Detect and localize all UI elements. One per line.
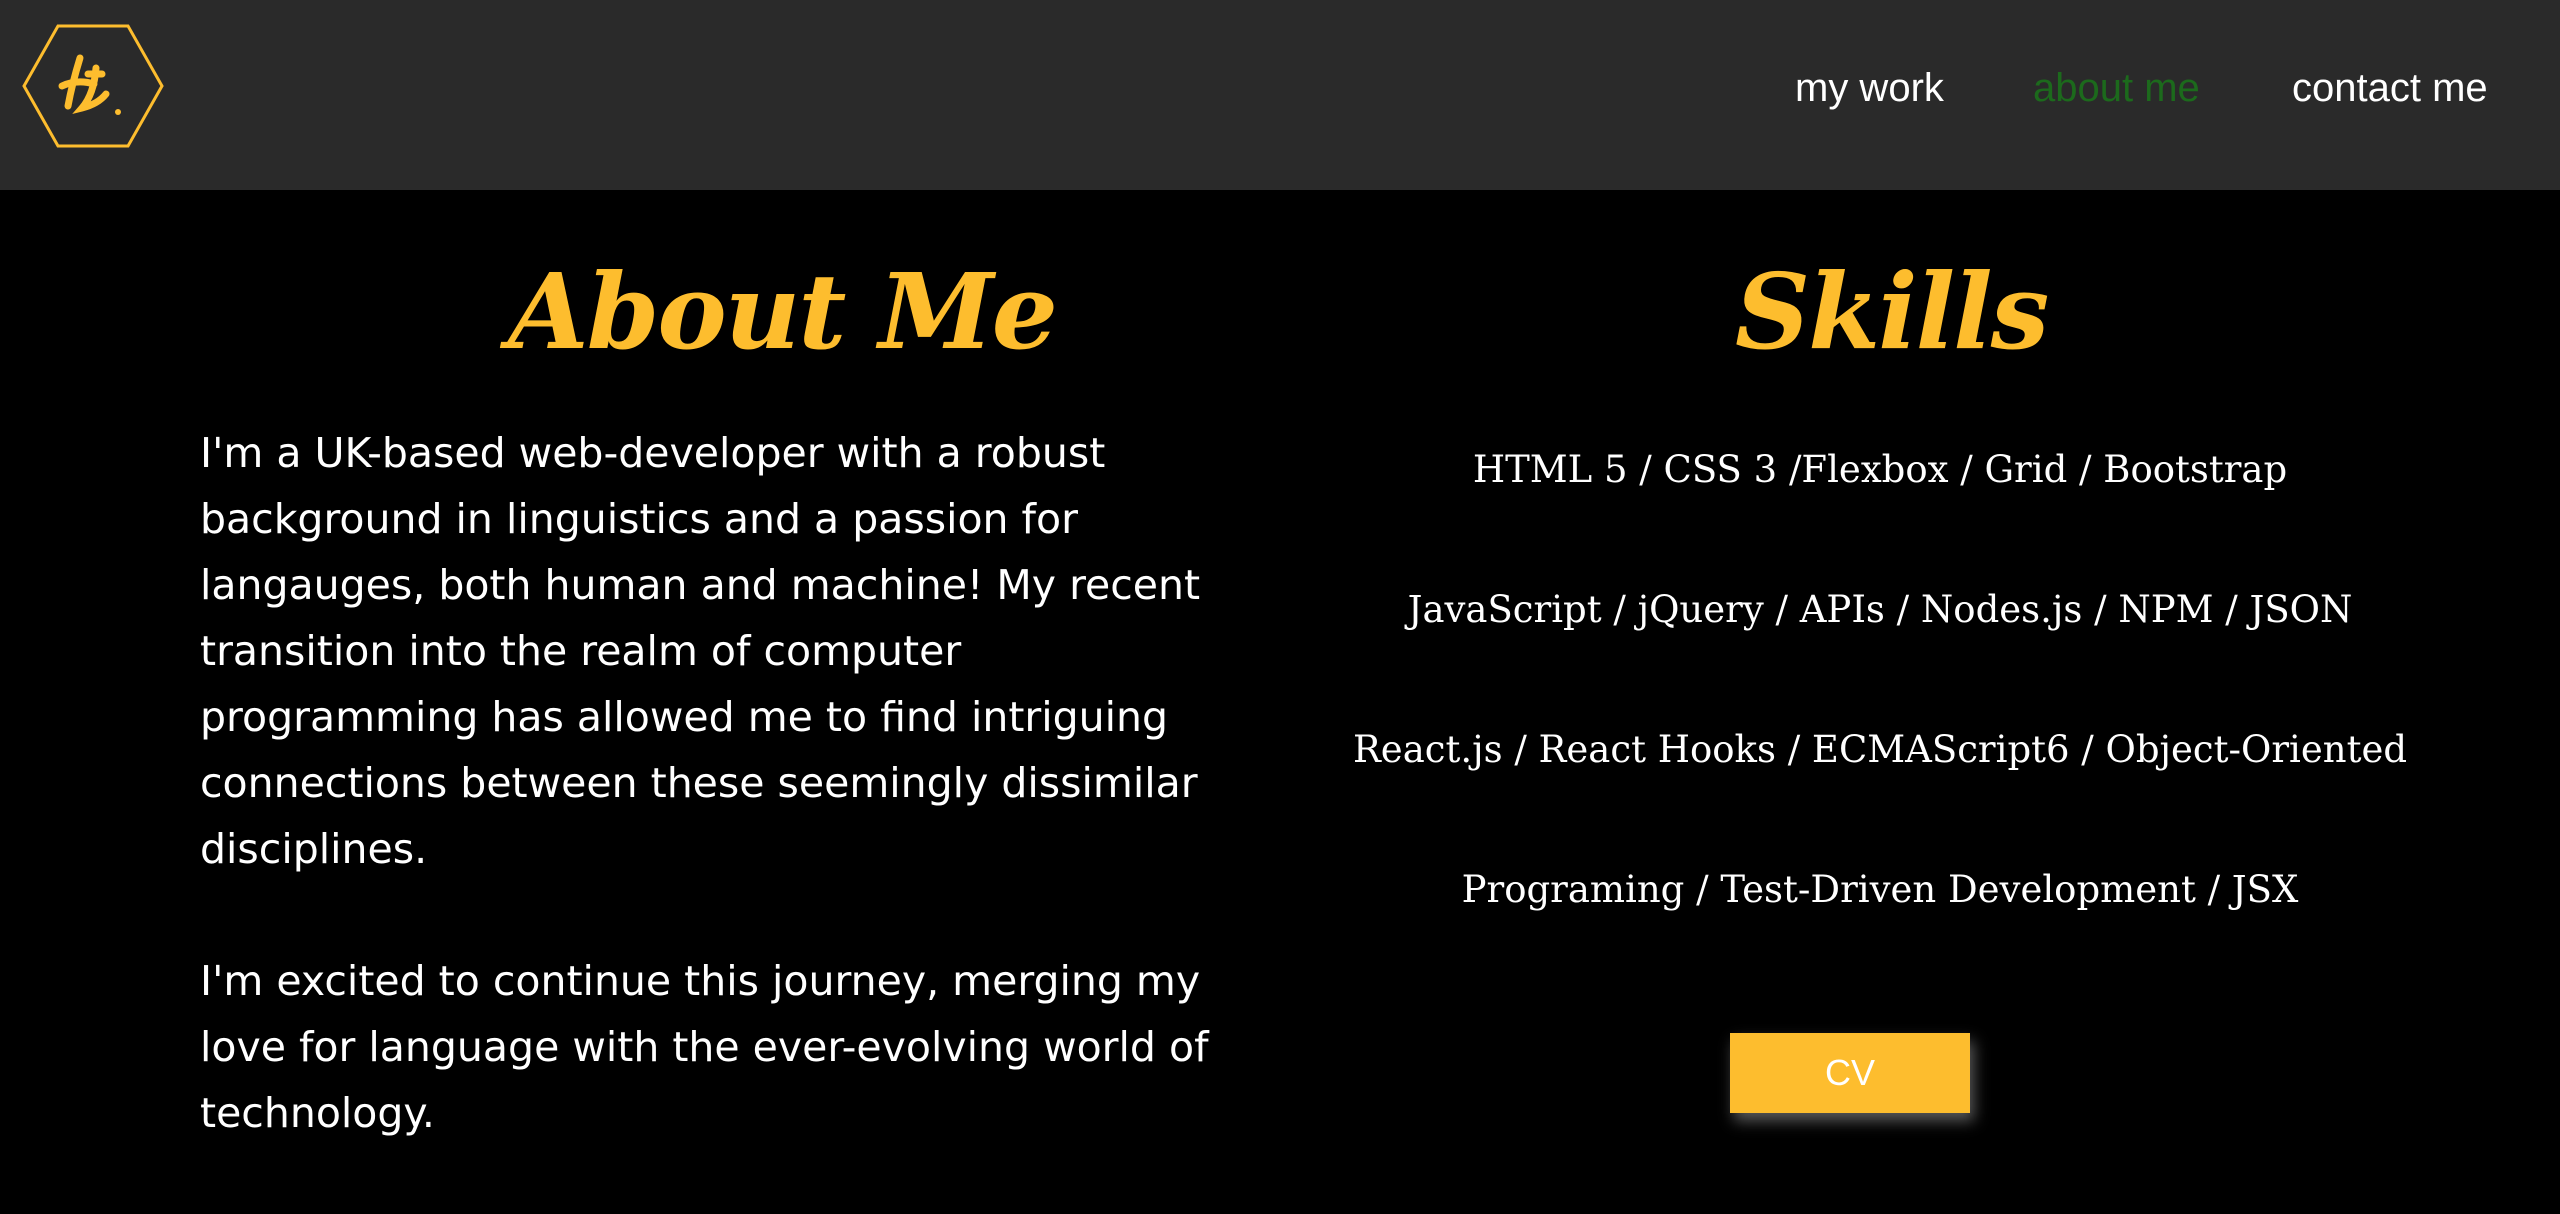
hexagon-logo-icon <box>22 24 164 148</box>
nav-about-me[interactable]: about me <box>2033 66 2200 111</box>
about-paragraph: I'm a UK-based web-developer with a robu… <box>200 429 1201 873</box>
logo[interactable] <box>22 24 164 148</box>
cv-button[interactable]: CV <box>1730 1033 1970 1113</box>
skill-line: HTML 5 / CSS 3 /Flexbox / Grid / Bootstr… <box>1472 448 2288 491</box>
nav-contact-me[interactable]: contact me <box>2292 66 2488 111</box>
nav-my-work[interactable]: my work <box>1795 66 1944 111</box>
about-section: I'm a UK-based web-developer with a robu… <box>200 420 1220 1212</box>
skill-line: JavaScript / jQuery / APIs / Nodes.js / … <box>1407 588 2353 631</box>
about-paragraph: I'm excited to continue this journey, me… <box>200 957 1209 1137</box>
navbar: my work about me contact me <box>0 0 2560 190</box>
skill-line: Programing / Test-Driven Development / J… <box>1461 868 2299 911</box>
skill-line: React.js / React Hooks / ECMAScript6 / O… <box>1352 728 2408 771</box>
skills-heading: Skills <box>1735 249 2049 373</box>
about-heading: About Me <box>508 249 1058 373</box>
skills-section: HTML 5 / CSS 3 /Flexbox / Grid / Bootstr… <box>1330 440 2430 1000</box>
